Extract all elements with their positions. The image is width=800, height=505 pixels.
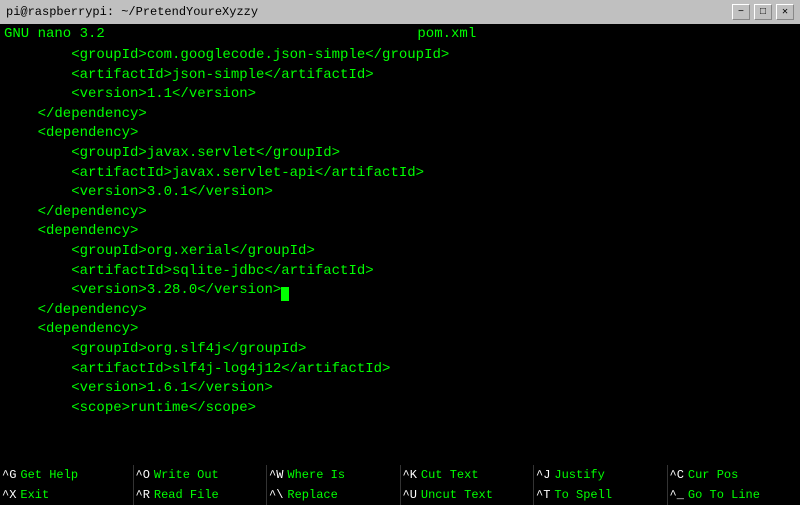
nano-version: GNU nano 3.2 xyxy=(4,26,105,42)
nano-header: GNU nano 3.2 pom.xml x xyxy=(0,24,800,44)
editor-line: <version>3.28.0</version> xyxy=(4,281,796,301)
shortcut-label: Cur Pos xyxy=(686,468,740,482)
shortcut-item[interactable]: ^TTo Spell xyxy=(534,485,667,505)
shortcut-key: ^X xyxy=(0,488,18,502)
editor-line: <artifactId>slf4j-log4j12</artifactId> xyxy=(4,360,796,380)
shortcut-key: ^U xyxy=(401,488,419,502)
shortcut-key: ^R xyxy=(134,488,152,502)
shortcut-item[interactable]: ^_Go To Line xyxy=(668,485,800,505)
shortcut-label: To Spell xyxy=(552,488,614,502)
editor-line: <groupId>com.googlecode.json-simple</gro… xyxy=(4,46,796,66)
shortcut-item[interactable]: ^CCur Pos xyxy=(668,465,800,485)
editor-line: <groupId>org.xerial</groupId> xyxy=(4,242,796,262)
editor-line: <artifactId>sqlite-jdbc</artifactId> xyxy=(4,262,796,282)
shortcut-key: ^O xyxy=(134,468,152,482)
editor-line: <version>1.1</version> xyxy=(4,85,796,105)
shortcut-label: Write Out xyxy=(152,468,221,482)
shortcut-key: ^W xyxy=(267,468,285,482)
title-bar-controls: − □ ✕ xyxy=(732,4,794,20)
shortcut-key: ^G xyxy=(0,468,18,482)
editor-line: <dependency> xyxy=(4,320,796,340)
editor-line: </dependency> xyxy=(4,203,796,223)
shortcut-label: Cut Text xyxy=(419,468,481,482)
text-cursor xyxy=(281,287,289,301)
title-bar: pi@raspberrypi: ~/PretendYoureXyzzy − □ … xyxy=(0,0,800,24)
shortcut-bar: ^GGet Help^OWrite Out^WWhere Is^KCut Tex… xyxy=(0,465,800,505)
editor-line: </dependency> xyxy=(4,301,796,321)
title-bar-left: pi@raspberrypi: ~/PretendYoureXyzzy xyxy=(6,5,258,19)
editor-line: <dependency> xyxy=(4,222,796,242)
shortcut-item[interactable]: ^JJustify xyxy=(534,465,667,485)
editor-line: <dependency> xyxy=(4,124,796,144)
shortcut-item[interactable]: ^XExit xyxy=(0,485,133,505)
shortcut-key: ^\ xyxy=(267,488,285,502)
shortcut-label: Go To Line xyxy=(686,488,762,502)
editor-line: <version>1.6.1</version> xyxy=(4,379,796,399)
close-button[interactable]: ✕ xyxy=(776,4,794,20)
shortcut-label: Exit xyxy=(18,488,51,502)
maximize-button[interactable]: □ xyxy=(754,4,772,20)
shortcut-row-1: ^GGet Help^OWrite Out^WWhere Is^KCut Tex… xyxy=(0,465,800,485)
shortcut-item[interactable]: ^UUncut Text xyxy=(401,485,534,505)
shortcut-item[interactable]: ^RRead File xyxy=(134,485,267,505)
shortcut-item[interactable]: ^GGet Help xyxy=(0,465,133,485)
shortcut-label: Replace xyxy=(285,488,339,502)
shortcut-label: Justify xyxy=(552,468,606,482)
editor-line: <scope>runtime</scope> xyxy=(4,399,796,419)
editor-line: </dependency> xyxy=(4,105,796,125)
shortcut-row-2: ^XExit^RRead File^\Replace^UUncut Text^T… xyxy=(0,485,800,505)
terminal-title: pi@raspberrypi: ~/PretendYoureXyzzy xyxy=(6,5,258,19)
shortcut-key: ^C xyxy=(668,468,686,482)
editor-area[interactable]: <groupId>com.googlecode.json-simple</gro… xyxy=(0,44,800,465)
shortcut-key: ^J xyxy=(534,468,552,482)
shortcut-item[interactable]: ^WWhere Is xyxy=(267,465,400,485)
shortcut-label: Uncut Text xyxy=(419,488,495,502)
editor-line: <artifactId>json-simple</artifactId> xyxy=(4,66,796,86)
shortcut-key: ^_ xyxy=(668,488,686,502)
editor-line: <version>3.0.1</version> xyxy=(4,183,796,203)
shortcut-label: Read File xyxy=(152,488,221,502)
shortcut-item[interactable]: ^OWrite Out xyxy=(134,465,267,485)
shortcut-item[interactable]: ^KCut Text xyxy=(401,465,534,485)
shortcut-label: Where Is xyxy=(285,468,347,482)
editor-line: <artifactId>javax.servlet-api</artifactI… xyxy=(4,164,796,184)
nano-filename: pom.xml xyxy=(417,26,476,42)
shortcut-label: Get Help xyxy=(18,468,80,482)
editor-line: <groupId>org.slf4j</groupId> xyxy=(4,340,796,360)
shortcut-key: ^T xyxy=(534,488,552,502)
shortcut-key: ^K xyxy=(401,468,419,482)
shortcut-item[interactable]: ^\Replace xyxy=(267,485,400,505)
minimize-button[interactable]: − xyxy=(732,4,750,20)
editor-line: <groupId>javax.servlet</groupId> xyxy=(4,144,796,164)
